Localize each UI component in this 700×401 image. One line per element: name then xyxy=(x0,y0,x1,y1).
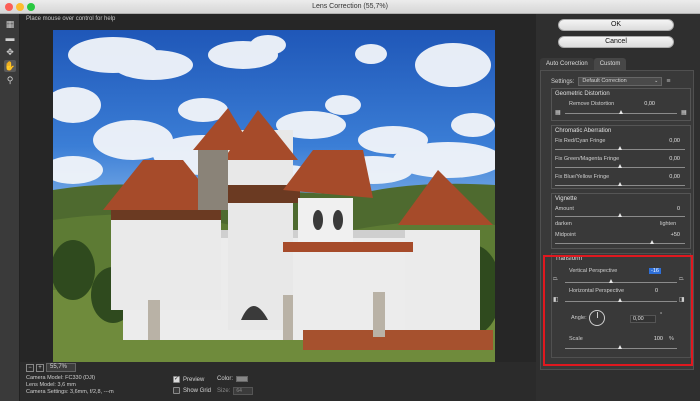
vignette-title: Vignette xyxy=(555,196,577,202)
size-label: Size: xyxy=(217,388,231,394)
remove-distortion-value[interactable]: 0,00 xyxy=(633,101,655,107)
panel-tabs: Auto Correction Custom xyxy=(540,58,694,70)
chromatic-aberration-group: Chromatic Aberration Fix Red/Cyan Fringe… xyxy=(551,125,691,189)
show-grid-checkbox[interactable] xyxy=(173,387,180,394)
zoom-tool-icon[interactable]: ⚲ xyxy=(4,74,16,86)
darken-label: darken xyxy=(555,221,572,227)
hand-tool-icon[interactable]: ✋ xyxy=(4,60,16,72)
fix-green-magenta-thumb[interactable] xyxy=(618,164,622,168)
footer-bar: − + 55,7% Camera Model: FC330 (DJI) Lens… xyxy=(20,362,536,401)
zoom-out-button[interactable]: − xyxy=(26,363,34,372)
preview-option[interactable]: ✓ Preview xyxy=(173,376,204,383)
grid-color-swatch[interactable] xyxy=(236,376,249,382)
cancel-button[interactable]: Cancel xyxy=(558,36,674,48)
fix-green-magenta-value[interactable]: 0,00 xyxy=(658,156,680,162)
fix-blue-yellow-thumb[interactable] xyxy=(618,182,622,186)
straighten-tool-icon[interactable]: ▬ xyxy=(4,32,16,44)
lighten-label: lighten xyxy=(660,221,677,227)
grid-size-select[interactable]: 64 xyxy=(233,387,254,395)
color-label: Color: xyxy=(217,376,234,382)
tab-auto-correction[interactable]: Auto Correction xyxy=(540,58,594,70)
vignette-midpoint-slider[interactable] xyxy=(555,243,685,244)
settings-value: Default Correction xyxy=(582,78,627,84)
settings-menu-icon[interactable]: ≡ xyxy=(666,78,670,85)
zoom-in-button[interactable]: + xyxy=(36,363,44,372)
settings-row: Settings: Default Correction ⌄ ≡ xyxy=(551,77,670,86)
vignette-midpoint-thumb[interactable] xyxy=(650,240,654,244)
vignette-group: Vignette Amount 0 darken lighten Midpoin… xyxy=(551,193,691,249)
show-grid-label: Show Grid xyxy=(183,387,212,394)
remove-distortion-thumb[interactable] xyxy=(619,110,623,114)
camera-settings: Camera Settings: 3,6mm, f/2,8, ---m xyxy=(26,389,114,395)
tool-strip: ▦ ▬ ✥ ✋ ⚲ xyxy=(0,14,20,401)
window-titlebar: Lens Correction (55,7%) xyxy=(0,0,700,14)
grid-color-option: Color: xyxy=(217,376,249,382)
geometric-distortion-group: Geometric Distortion Remove Distortion 0… xyxy=(551,88,691,121)
window-title: Lens Correction (55,7%) xyxy=(312,3,388,10)
geometric-distortion-title: Geometric Distortion xyxy=(555,91,610,97)
vignette-midpoint-label: Midpoint xyxy=(555,232,576,238)
chromatic-aberration-title: Chromatic Aberration xyxy=(555,128,612,134)
close-window-button[interactable] xyxy=(5,3,13,11)
remove-distortion-tool-icon[interactable]: ▦ xyxy=(4,18,16,30)
chevron-down-icon: ⌄ xyxy=(654,78,659,84)
ok-button[interactable]: OK xyxy=(558,19,674,31)
preview-checkbox[interactable]: ✓ xyxy=(173,376,180,383)
pincushion-icon: ▦ xyxy=(555,110,561,116)
minimize-window-button[interactable] xyxy=(16,3,24,11)
preview-label: Preview xyxy=(183,376,205,383)
preview-image[interactable] xyxy=(53,30,495,362)
zoom-control: − + 55,7% xyxy=(26,363,76,372)
fix-blue-yellow-label: Fix Blue/Yellow Fringe xyxy=(555,174,610,180)
grid-size-option: Size: 64 xyxy=(217,387,254,395)
church-photo xyxy=(53,35,495,362)
settings-label: Settings: xyxy=(551,78,575,85)
maximize-window-button[interactable] xyxy=(27,3,35,11)
fix-red-cyan-label: Fix Red/Cyan Fringe xyxy=(555,138,606,144)
fix-green-magenta-label: Fix Green/Magenta Fringe xyxy=(555,156,620,162)
settings-select[interactable]: Default Correction ⌄ xyxy=(578,77,663,86)
fix-red-cyan-thumb[interactable] xyxy=(618,146,622,150)
remove-distortion-label: Remove Distortion xyxy=(569,101,615,107)
fix-blue-yellow-value[interactable]: 0,00 xyxy=(658,174,680,180)
barrel-icon: ▦ xyxy=(681,110,687,116)
vignette-amount-label: Amount xyxy=(555,206,574,212)
vignette-midpoint-value[interactable]: +50 xyxy=(658,232,680,238)
camera-info: Camera Model: FC330 (DJI) Lens Model: 3,… xyxy=(26,375,114,396)
tab-custom[interactable]: Custom xyxy=(593,58,627,70)
vignette-amount-thumb[interactable] xyxy=(618,213,622,217)
lens-model: Lens Model: 3,6 mm xyxy=(26,382,76,388)
move-grid-tool-icon[interactable]: ✥ xyxy=(4,46,16,58)
help-hint: Place mouse over control for help xyxy=(26,16,116,22)
show-grid-option[interactable]: Show Grid xyxy=(173,387,211,394)
fix-red-cyan-value[interactable]: 0,00 xyxy=(658,138,680,144)
highlight-box xyxy=(543,255,693,366)
camera-model: Camera Model: FC330 (DJI) xyxy=(26,375,96,381)
vignette-amount-value[interactable]: 0 xyxy=(658,206,680,212)
zoom-select[interactable]: 55,7% xyxy=(46,363,76,372)
